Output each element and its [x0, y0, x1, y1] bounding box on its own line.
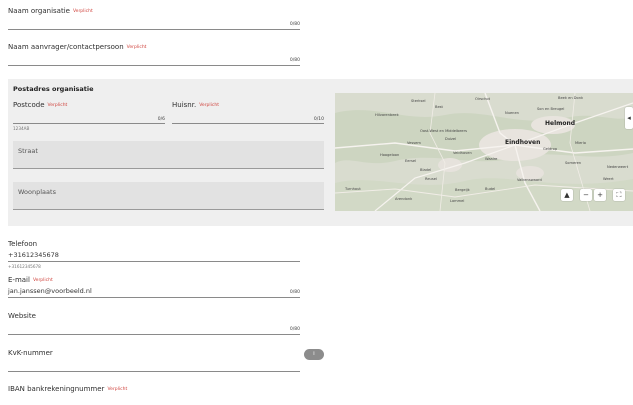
map-place-label: Budel	[485, 187, 496, 191]
kvk-input[interactable]	[8, 357, 300, 371]
map-place-label: Nederweert	[607, 165, 629, 169]
map-place-label: Lommel	[450, 199, 465, 203]
kvk-label: KvK-nummer	[8, 349, 53, 357]
email-label: E-mail Verplicht	[8, 276, 53, 284]
map-place-label: Best	[435, 105, 443, 109]
map-place-label: Arendonk	[395, 197, 413, 201]
org-name-underline	[8, 29, 300, 30]
required-badge: Verplicht	[199, 103, 219, 108]
map-zoom-in-button[interactable]: +	[594, 189, 606, 201]
map-fullscreen-button[interactable]: ⛶	[613, 189, 625, 201]
org-name-input[interactable]	[8, 12, 300, 28]
map-place-label: Veldhoven	[453, 151, 472, 155]
house-number-label: Huisnr. Verplicht	[172, 101, 219, 109]
map-place-label: Waalre	[485, 157, 498, 161]
website-input[interactable]	[8, 320, 300, 334]
map-place-label: Oost-West en Middelbeers	[420, 129, 467, 133]
applicant-counter: 0/80	[289, 58, 300, 63]
map-place-label: Hoogeloon	[380, 153, 400, 157]
map-north-button[interactable]: ▲	[561, 189, 573, 201]
email-counter: 0/80	[289, 290, 300, 295]
map-view[interactable]: Sterksel Nuenen Helmond Eindhoven Veldho…	[335, 93, 633, 211]
map-zoom-out-button[interactable]: −	[580, 189, 592, 201]
map-place-label: Beek en Donk	[558, 96, 584, 100]
website-underline	[8, 334, 300, 335]
postcode-underline	[13, 123, 165, 124]
map-place-label: Someren	[565, 161, 582, 165]
map-place-label: Hilvarenbeek	[375, 113, 399, 117]
postal-address-panel: Postadres organisatie Postcode Verplicht …	[8, 79, 633, 226]
postcode-hint: 1234AB	[13, 126, 30, 131]
street-label: Straat	[18, 147, 38, 155]
map-place-label: Weert	[603, 177, 614, 181]
map-place-label: Vessem	[407, 141, 421, 145]
map-place-label: Eersel	[405, 159, 417, 163]
map-place-label: Reusel	[425, 177, 437, 181]
postal-title: Postadres organisatie	[13, 85, 94, 93]
applicant-input[interactable]	[8, 50, 300, 65]
info-icon[interactable]: i	[304, 349, 324, 360]
required-badge: Verplicht	[32, 278, 53, 283]
phone-underline	[8, 261, 300, 262]
email-underline	[8, 297, 300, 298]
city-label: Woonplaats	[18, 188, 56, 196]
map-place-label: Nuenen	[505, 111, 519, 115]
email-input[interactable]: jan.janssen@voorbeeld.nl	[8, 287, 92, 295]
applicant-underline	[8, 65, 300, 66]
org-name-counter: 0/80	[289, 22, 300, 27]
map-place-label: Bergeijk	[455, 188, 470, 192]
house-number-counter: 0/10	[313, 117, 324, 122]
postcode-label: Postcode Verplicht	[13, 101, 68, 109]
phone-hint: +31612345678	[8, 264, 41, 269]
map-place-label: Son en Breugel	[537, 107, 565, 111]
map-place-label: Mierlo	[575, 141, 586, 145]
map-place-label: Duizel	[445, 137, 457, 141]
map-city-label: Helmond	[545, 120, 576, 127]
map-place-label: Oirschot	[475, 97, 491, 101]
iban-label: IBAN bankrekeningnummer Verplicht	[8, 385, 128, 393]
city-field[interactable]: Woonplaats	[13, 182, 324, 210]
street-field[interactable]: Straat	[13, 141, 324, 169]
map-place-label: Valkenswaard	[517, 178, 542, 182]
kvk-underline	[8, 371, 300, 372]
map-collapse-button[interactable]: ◂	[625, 107, 633, 129]
website-counter: 0/80	[289, 327, 300, 332]
map-place-label: Turnhout	[345, 187, 361, 191]
map-place-label: Bladel	[420, 168, 432, 172]
map-place-label: Sterksel	[411, 99, 426, 103]
house-number-underline	[172, 123, 324, 124]
postcode-counter: 0/6	[157, 117, 165, 122]
phone-input[interactable]: +31612345678	[8, 251, 59, 259]
map-city-label: Eindhoven	[505, 139, 541, 146]
required-badge: Verplicht	[107, 387, 128, 392]
required-badge: Verplicht	[47, 103, 68, 108]
website-label: Website	[8, 312, 36, 320]
map-place-label: Geldrop	[543, 147, 558, 151]
phone-label: Telefoon	[8, 240, 38, 248]
